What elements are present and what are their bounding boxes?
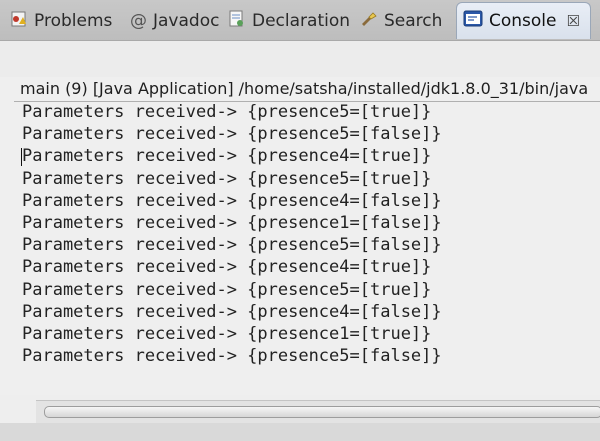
console-line: Parameters received-> {presence5=[false]… [22,235,442,256]
tab-label: Javadoc [153,11,220,31]
console-line: Parameters received-> {presence4=[false]… [22,190,442,211]
console-line: Parameters received-> {presence1=[true]} [22,323,432,344]
console-line: Parameters received-> {presence5=[true]} [22,168,432,189]
tab-label: Console [489,11,557,31]
search-flashlight-icon [360,10,378,33]
tab-search[interactable]: Search [360,6,442,36]
tab-declaration[interactable]: Declaration [228,6,350,36]
view-tab-bar: Problems @ Javadoc Declaration Search Co… [0,0,600,41]
console-line: Parameters received-> {presence5=[true]} [22,279,432,300]
console-line: Parameters received-> {presence4=[true]} [22,257,432,278]
tab-javadoc[interactable]: @ Javadoc [130,6,219,36]
tab-problems[interactable]: Problems [10,6,112,36]
console-line: Parameters received-> {presence4=[false]… [22,301,442,322]
console-line: Parameters received-> {presence5=[false]… [22,124,442,145]
console-line: Parameters received-> {presence5=[false]… [22,346,442,367]
eclipse-console-view: Problems @ Javadoc Declaration Search Co… [0,0,600,441]
scrollbar-thumb[interactable] [44,406,600,418]
tab-label: Search [384,11,443,31]
console-line: Parameters received-> {presence5=[true]} [22,102,432,122]
console-icon [463,10,483,33]
status-strip [0,423,600,441]
tab-console[interactable]: Console ☒ [456,2,591,39]
horizontal-scrollbar[interactable] [36,400,600,423]
console-line: Parameters received-> {presence4=[true]} [22,146,432,167]
console-output[interactable]: main (9) [Java Application] /home/satsha… [0,77,600,395]
process-label: main (9) [Java Application] /home/satsha… [20,79,589,98]
tab-label: Problems [34,11,113,31]
close-icon[interactable]: ☒ [567,12,580,30]
problems-icon [10,10,28,33]
console-lines: Parameters received-> {presence5=[true]}… [22,101,442,367]
tab-label: Declaration [252,11,351,31]
text-cursor [21,148,22,166]
declaration-icon [228,10,246,33]
console-line: Parameters received-> {presence1=[false]… [22,212,442,233]
console-toolbar [0,41,600,77]
at-sign-icon: @ [130,11,147,31]
